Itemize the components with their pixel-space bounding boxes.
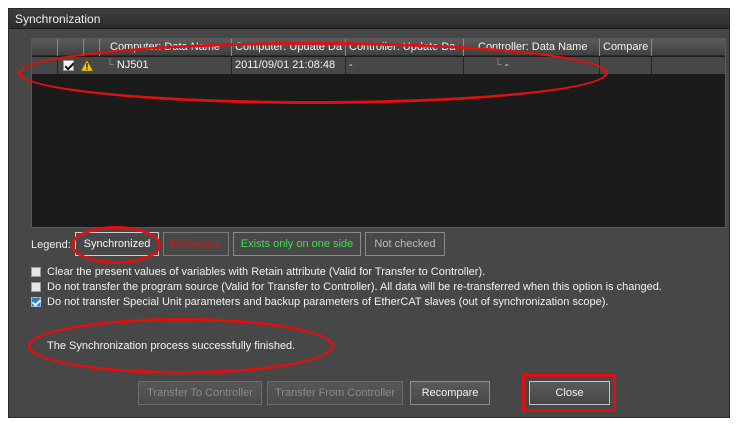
close-button[interactable]: Close [529,381,610,405]
header-select-column [32,39,58,56]
row-checkbox[interactable] [63,60,74,71]
option-clear-retain-checkbox[interactable] [31,267,41,277]
transfer-to-controller-button[interactable]: Transfer To Controller [138,381,262,405]
cell-controller-update: - [346,57,464,74]
recompare-button[interactable]: Recompare [410,381,490,405]
transfer-from-controller-button[interactable]: Transfer From Controller [267,381,403,405]
row-selector[interactable] [32,57,58,74]
warning-triangle-icon [81,60,93,71]
cell-controller-data-name: └ - [464,57,600,74]
cell-controller-data-name-text: - [504,59,509,71]
cell-computer-data-name-text: NJ501 [116,59,149,71]
header-computer-update[interactable]: Computer: Update Da [232,39,346,56]
synchronization-dialog: Synchronization Computer: Data Name Comp… [8,8,730,418]
header-controller-data-name[interactable]: Controller: Data Name [464,39,600,56]
header-compare[interactable]: Compare [600,39,652,56]
tree-connector-icon: └ [106,59,117,71]
legend-synchronized: Synchronized [75,232,159,256]
option-no-special-unit-checkbox[interactable] [31,297,41,307]
legend-not-checked: Not checked [365,232,445,256]
header-computer-data-name[interactable]: Computer: Data Name [100,39,232,56]
status-message: The Synchronization process successfully… [47,340,296,352]
header-icon-column [84,39,100,56]
table-header: Computer: Data Name Computer: Update Da … [32,39,725,56]
legend-difference: Difference [163,232,229,256]
option-no-special-unit-label: Do not transfer Special Unit parameters … [47,296,609,308]
window-title: Synchronization [9,9,729,29]
legend-exists-one-side: Exists only on one side [233,232,361,256]
legend-label: Legend: [31,239,71,251]
option-no-program-source-label: Do not transfer the program source (Vali… [47,281,662,293]
option-no-program-source-checkbox[interactable] [31,282,41,292]
cell-compare [600,57,652,74]
cell-computer-update: 2011/09/01 21:08:48 [232,57,346,74]
cell-computer-data-name: └ NJ501 [100,57,232,74]
header-check-column [58,39,84,56]
table-row[interactable]: └ NJ501 2011/09/01 21:08:48 - └ - [32,57,725,74]
header-controller-update[interactable]: Controller: Update Da [346,39,464,56]
tree-connector-icon: └ [494,59,505,71]
sync-table[interactable]: Computer: Data Name Computer: Update Da … [31,38,726,228]
option-clear-retain-label: Clear the present values of variables wi… [47,266,486,278]
